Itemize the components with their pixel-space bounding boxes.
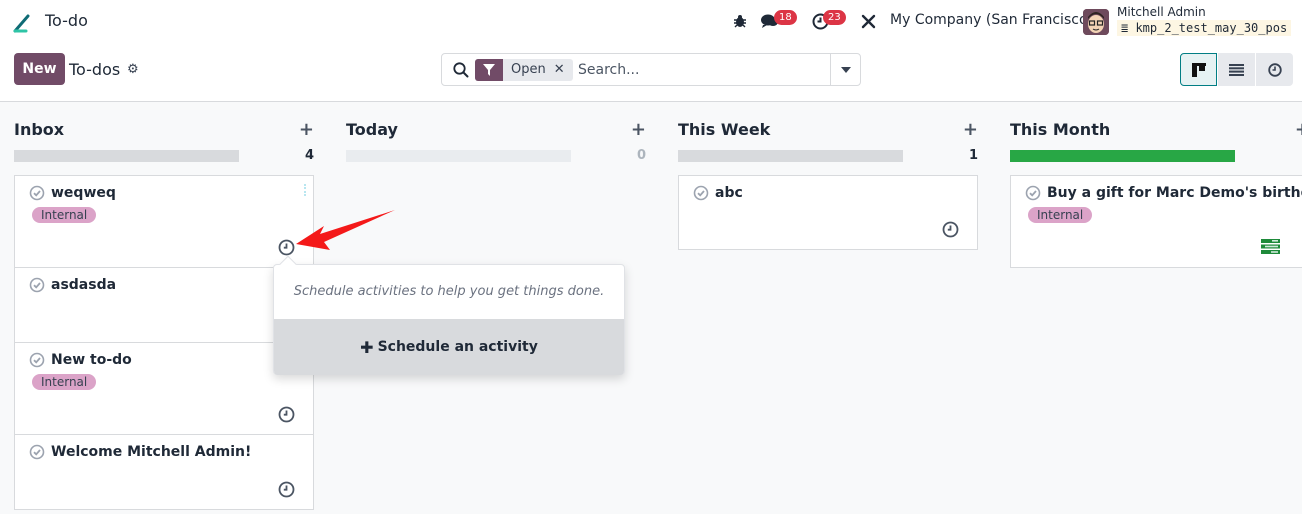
card-title: weqweq [51,185,116,201]
column-progress-bar[interactable] [678,150,903,162]
mark-done-check-icon[interactable] [29,277,45,293]
company-switcher[interactable]: My Company (San Francisco) [890,12,1093,28]
app-name[interactable]: To-do [45,11,88,30]
search-bar: Open ✕ [441,53,861,86]
column-title[interactable]: Today [346,120,398,139]
quick-create-plus-icon[interactable]: + [631,119,646,140]
planned-activity-icon[interactable] [1261,239,1280,254]
quick-create-plus-icon[interactable]: + [1295,119,1302,140]
progress-fill-planned[interactable] [1010,150,1235,162]
column-progress-bar[interactable] [1010,150,1235,162]
activity-clock-icon[interactable] [942,221,959,238]
card-title: New to-do [51,352,132,368]
kanban-icon [1191,62,1206,77]
todo-app-logo-icon[interactable] [12,10,36,34]
mark-done-check-icon[interactable] [693,185,709,201]
user-name[interactable]: Mitchell Admin [1117,5,1206,19]
search-icon[interactable] [452,61,470,79]
kanban-card[interactable]: abc [678,175,978,250]
remove-facet-close-icon[interactable]: ✕ [554,59,573,81]
card-menu-handle[interactable] [304,184,306,196]
column-title[interactable]: Inbox [14,120,64,139]
kanban-card[interactable]: Welcome Mitchell Admin! [14,434,314,510]
mark-done-check-icon[interactable] [29,444,45,460]
caret-down-icon [840,66,851,73]
popover-hint-text: Schedule activities to help you get thin… [293,284,605,299]
user-avatar[interactable] [1083,9,1109,35]
column-count: 4 [304,148,314,163]
database-label: kmp_2_test_may_30_pos [1135,21,1288,35]
clock-icon [1267,62,1282,77]
quick-create-plus-icon[interactable]: + [299,119,314,140]
activity-clock-icon[interactable] [278,406,295,423]
column-count: 0 [636,148,646,163]
top-navbar: To-do 18 23 My Company (San Francisco) M… [0,0,1302,44]
column-title[interactable]: This Week [678,120,770,139]
activity-view-button[interactable] [1256,53,1293,86]
tag-badge: Internal [32,207,97,223]
column-progress-bar[interactable] [346,150,571,162]
activity-popover: Schedule activities to help you get thin… [273,255,625,375]
mark-done-check-icon[interactable] [29,352,45,368]
kanban-board: Inbox + 4 weqweq Internal asdasda New to… [0,103,1302,514]
plus-icon: ✚ [360,337,374,357]
mark-done-check-icon[interactable] [1025,185,1041,201]
column-title[interactable]: This Month [1010,120,1110,139]
gear-icon[interactable]: ⚙ [127,62,139,77]
schedule-activity-label: Schedule an activity [377,339,538,355]
activity-clock-icon[interactable] [278,481,295,498]
control-panel: New To-dos ⚙ Open ✕ [0,44,1302,102]
search-options-toggle[interactable] [830,54,860,85]
list-icon [1229,63,1244,76]
kanban-card[interactable]: Buy a gift for Marc Demo's birthday Inte… [1010,175,1302,268]
search-input[interactable] [578,59,828,81]
tag-badge: Internal [32,374,97,390]
column-progress-bar[interactable] [14,150,239,162]
view-switcher [1180,53,1294,86]
column-count: 1 [968,148,978,163]
card-title: asdasda [51,277,117,293]
card-title: Buy a gift for Marc Demo's birthday [1047,185,1302,201]
page-title: To-dos [69,60,121,79]
list-view-button[interactable] [1218,53,1255,86]
kanban-card[interactable]: weqweq Internal [14,175,314,268]
database-name: ≣ kmp_2_test_may_30_pos [1117,20,1292,36]
facet-label: Open [511,62,546,77]
annotation-arrow [296,210,395,250]
debug-bug-icon[interactable] [733,14,747,28]
kanban-card[interactable]: New to-do Internal [14,342,314,435]
card-title: Welcome Mitchell Admin! [51,444,252,460]
mark-done-check-icon[interactable] [29,185,45,201]
filter-icon [475,59,503,81]
search-facet-open: Open ✕ [475,59,573,81]
quick-create-plus-icon[interactable]: + [963,119,978,140]
schedule-activity-button[interactable]: ✚ Schedule an activity [274,319,624,375]
tag-badge: Internal [1028,207,1093,223]
messages-count-badge: 18 [774,10,797,25]
settings-tools-icon[interactable] [861,14,876,29]
new-button[interactable]: New [14,53,65,85]
kanban-card[interactable]: asdasda [14,267,314,343]
card-title: abc [715,185,743,201]
activities-count-badge: 23 [823,10,846,25]
kanban-view-button[interactable] [1180,53,1217,86]
